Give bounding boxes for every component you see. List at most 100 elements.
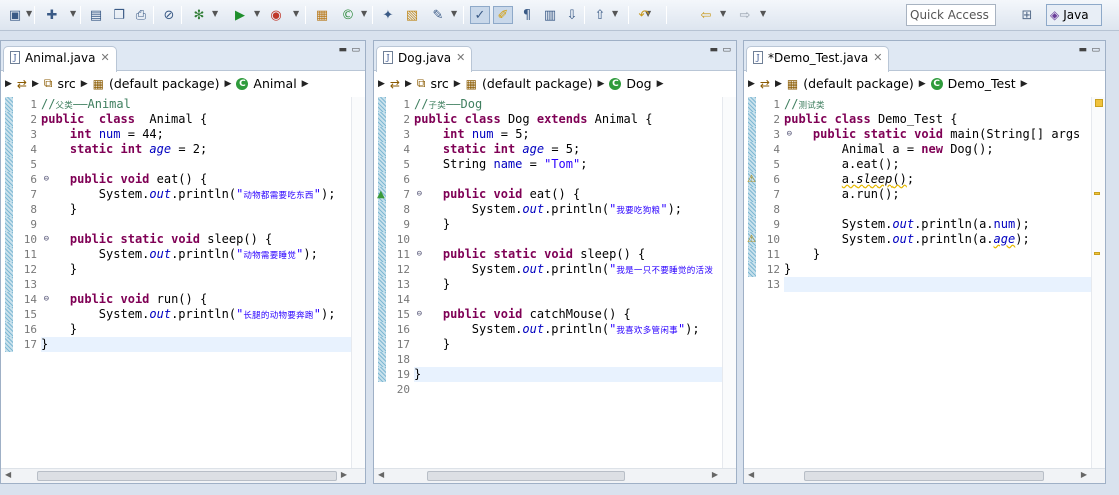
warning-marker[interactable] [1094, 252, 1100, 255]
new-java-dropdown-arrow[interactable]: ▼ [70, 9, 76, 18]
code-line[interactable]: System.out.println("我是一只不要睡觉的活泼 [414, 262, 736, 277]
code-line[interactable] [414, 292, 736, 307]
chevron-right-icon[interactable]: ▶ [378, 79, 385, 89]
code-line[interactable] [414, 232, 736, 247]
minimize-icon[interactable]: ▬ [709, 45, 718, 55]
chevron-down-icon[interactable]: ▶ [775, 79, 782, 89]
run-external-icon[interactable]: ◉ [266, 6, 286, 24]
forward-dropdown-arrow[interactable]: ▼ [760, 9, 766, 18]
code-line[interactable] [41, 217, 365, 232]
forward-icon[interactable]: ⇨ [735, 6, 755, 24]
editor-dog[interactable]: J Dog.java ✕ ▬ ▭ ▶ ⇄ ▶ ⧉ src ▶ ▦ (default package) ▶ C… [373, 40, 737, 484]
code-line[interactable]: public class Animal { [41, 112, 365, 127]
chevron-down-icon[interactable]: ▶ [32, 79, 39, 89]
quick-access-field[interactable]: Quick Access [906, 4, 996, 26]
code-text[interactable]: //父类——Animal public class Animal { int nu… [41, 97, 365, 352]
code-line[interactable]: Animal a = new Dog(); [784, 142, 1105, 157]
scroll-left-icon[interactable]: ◀ [378, 470, 384, 479]
new-java-project-icon[interactable]: ▦ [312, 6, 332, 24]
scrollbar-thumb[interactable] [427, 471, 625, 481]
code-line[interactable]: } [414, 217, 736, 232]
new-java-icon[interactable]: ✚ [42, 6, 62, 24]
breadcrumb-class[interactable]: Animal [253, 76, 296, 91]
code-line[interactable]: System.out.println("动物都需要吃东西"); [41, 187, 365, 202]
new-dropdown-arrow[interactable]: ▼ [26, 9, 32, 18]
code-line[interactable]: } [414, 367, 736, 382]
perspective-java-button[interactable]: ◈ Java [1046, 4, 1102, 26]
minimize-icon[interactable]: ▬ [338, 45, 347, 55]
code-line[interactable]: public void run() { [41, 292, 365, 307]
code-line[interactable] [41, 277, 365, 292]
code-line[interactable] [414, 352, 736, 367]
new-icon[interactable]: ▣ [5, 6, 25, 24]
code-line[interactable]: public void catchMouse() { [414, 307, 736, 322]
code-line[interactable]: } [41, 202, 365, 217]
tab-animaljava[interactable]: J Animal.java ✕ [3, 46, 117, 72]
code-line[interactable]: System.out.println("我要吃狗粮"); [414, 202, 736, 217]
close-icon[interactable]: ✕ [873, 51, 882, 64]
horizontal-scrollbar[interactable]: ◀ ▶ [744, 468, 1105, 483]
code-line[interactable]: public static void main(String[] args [784, 127, 1105, 142]
chevron-right-icon[interactable]: ▶ [919, 79, 926, 89]
code-line[interactable]: //测试类 [784, 97, 1105, 112]
scroll-left-icon[interactable]: ◀ [748, 470, 754, 479]
chevron-right-icon[interactable]: ▶ [5, 79, 12, 89]
code-line[interactable]: //子类——Dog [414, 97, 736, 112]
code-text[interactable]: //测试类 public class Demo_Test { public sta… [784, 97, 1105, 292]
save-icon[interactable]: ▤ [86, 6, 106, 24]
chevron-right-icon[interactable]: ▶ [454, 79, 461, 89]
project-icon[interactable]: ⇄ [17, 77, 27, 91]
code-line[interactable] [784, 202, 1105, 217]
chevron-right-icon[interactable]: ▶ [657, 79, 664, 89]
show-whitespace-icon[interactable]: ¶ [517, 6, 537, 24]
back-icon[interactable]: ⇦ [696, 6, 716, 24]
breadcrumb-package[interactable]: (default package) [109, 76, 219, 91]
minimize-icon[interactable]: ▬ [1078, 45, 1087, 55]
run-external-dropdown-arrow[interactable]: ▼ [293, 9, 299, 18]
new-class-dropdown-arrow[interactable]: ▼ [361, 9, 367, 18]
scroll-right-icon[interactable]: ▶ [712, 470, 718, 479]
block-selection-icon[interactable]: ▥ [540, 6, 560, 24]
next-annotation-icon[interactable]: ⇩ [562, 6, 582, 24]
code-line[interactable]: System.out.println(a.num); [784, 217, 1105, 232]
maximize-icon[interactable]: ▭ [1091, 45, 1100, 55]
open-type-icon[interactable]: ✦ [378, 6, 398, 24]
debug-icon[interactable]: ✻ [189, 6, 209, 24]
previous-annotation-icon[interactable]: ⇧ [590, 6, 610, 24]
last-edit-location-icon[interactable]: ↶ [634, 6, 654, 24]
code-editor[interactable]: 1 2 3 4 5 6 7 ⊖ 8 9 10 11 ⊖ 12 13 14 15 ⊖ 16 17 18 19 20//子类——… [374, 97, 736, 468]
code-line[interactable]: } [784, 262, 1105, 277]
code-line[interactable]: int num = 5; [414, 127, 736, 142]
code-line[interactable] [41, 157, 365, 172]
search-icon[interactable]: ✎ [428, 6, 448, 24]
code-line[interactable]: System.out.println("我喜欢多管闲事"); [414, 322, 736, 337]
code-text[interactable]: //子类——Dog public class Dog extends Animal… [414, 97, 736, 397]
close-icon[interactable]: ✕ [456, 51, 465, 64]
next-annotation-dropdown-arrow[interactable]: ▼ [612, 9, 618, 18]
editor-animal[interactable]: J Animal.java ✕ ▬ ▭ ▶ ⇄ ▶ ⧉ src ▶ ▦ (default package… [0, 40, 366, 484]
code-line[interactable]: } [414, 277, 736, 292]
code-line[interactable]: System.out.println(a.age); [784, 232, 1105, 247]
scroll-right-icon[interactable]: ▶ [341, 470, 347, 479]
maximize-icon[interactable]: ▭ [351, 45, 360, 55]
horizontal-scrollbar[interactable]: ◀ ▶ [374, 468, 736, 483]
breadcrumb-class[interactable]: Dog [626, 76, 651, 91]
debug-dropdown-arrow[interactable]: ▼ [212, 9, 218, 18]
project-icon[interactable]: ⇄ [390, 77, 400, 91]
code-line[interactable]: System.out.println("长腿的动物要奔跑"); [41, 307, 365, 322]
code-line[interactable]: } [784, 247, 1105, 262]
open-perspective-icon[interactable]: ⊞ [1016, 5, 1038, 25]
code-line[interactable] [414, 172, 736, 187]
tab-demotestjava[interactable]: J *Demo_Test.java ✕ [746, 46, 890, 72]
back-dropdown-arrow[interactable]: ▼ [720, 9, 726, 18]
code-line[interactable]: a.sleep(); [784, 172, 1105, 187]
scroll-left-icon[interactable]: ◀ [5, 470, 11, 479]
editor-demo-test[interactable]: J *Demo_Test.java ✕ ▬ ▭ ▶ ⇄ ▶ ▦ (default package)… [743, 40, 1106, 484]
search-dropdown-arrow[interactable]: ▼ [451, 9, 457, 18]
code-line[interactable]: public class Demo_Test { [784, 112, 1105, 127]
maximize-icon[interactable]: ▭ [722, 45, 731, 55]
code-line[interactable]: static int age = 5; [414, 142, 736, 157]
toggle-mark-occurrences-icon[interactable]: ✓ [470, 6, 490, 24]
project-icon[interactable]: ⇄ [760, 77, 770, 91]
code-line[interactable]: } [41, 322, 365, 337]
